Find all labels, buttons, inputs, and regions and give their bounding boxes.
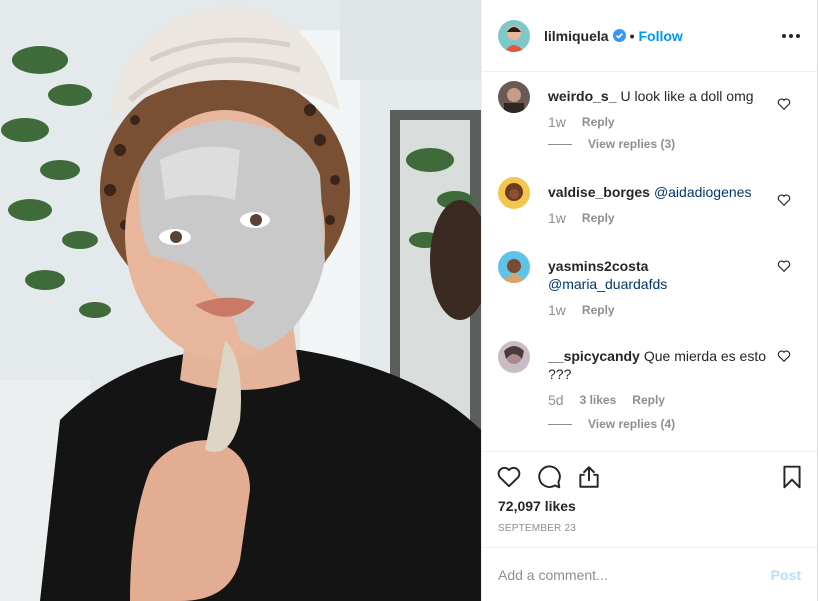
share-icon[interactable] <box>576 464 602 490</box>
comment-username[interactable]: weirdo_s_ <box>548 88 616 104</box>
comment-icon[interactable] <box>536 464 562 490</box>
reply-button[interactable]: Reply <box>632 393 665 407</box>
follow-button[interactable]: Follow <box>638 28 682 44</box>
comment-likes[interactable]: 3 likes <box>580 393 617 407</box>
comment-time[interactable]: 1w <box>548 114 566 130</box>
comment-time[interactable]: 5d <box>548 392 564 408</box>
comment-heart-icon[interactable] <box>777 193 791 207</box>
commenter-avatar[interactable] <box>498 341 530 373</box>
comment-username[interactable]: __spicycandy <box>548 348 640 364</box>
replies-line <box>548 423 572 425</box>
comment-body: yasmins2costa @maria_duardafds <box>548 257 770 293</box>
replies-line <box>548 143 572 145</box>
comment-mention[interactable]: @aidadiogenes <box>654 184 752 200</box>
header-separator: • <box>629 27 635 44</box>
post-button[interactable]: Post <box>771 567 801 583</box>
bookmark-icon[interactable] <box>779 464 805 490</box>
author-avatar[interactable] <box>498 19 530 52</box>
commenter-avatar[interactable] <box>498 177 530 209</box>
comment-body: __spicycandy Que mierda es esto ??? <box>548 347 770 383</box>
more-options-icon[interactable] <box>779 26 803 46</box>
author-username[interactable]: lilmiquela <box>544 28 609 44</box>
comment-heart-icon[interactable] <box>777 97 791 111</box>
comment-meta: 1w Reply <box>548 210 615 226</box>
comment-username[interactable]: yasmins2costa <box>548 258 648 274</box>
comment-meta: 1w Reply <box>548 114 615 130</box>
comment-time[interactable]: 1w <box>548 210 566 226</box>
reply-button[interactable]: Reply <box>582 303 615 317</box>
comment-meta: 5d 3 likes Reply <box>548 392 665 408</box>
heart-icon[interactable] <box>496 464 522 490</box>
comments-list[interactable]: weirdo_s_ U look like a doll omg 1w Reply… <box>482 73 817 451</box>
comment-input[interactable] <box>498 566 771 583</box>
post-photo[interactable] <box>0 0 481 601</box>
comment-heart-icon[interactable] <box>777 259 791 273</box>
view-replies-label: View replies (4) <box>588 417 676 431</box>
comment-time[interactable]: 1w <box>548 302 566 318</box>
post-actions: 72,097 likes SEPTEMBER 23 <box>482 451 817 547</box>
comment-mention[interactable]: @maria_duardafds <box>548 276 667 292</box>
comment-body: valdise_borges @aidadiogenes <box>548 183 770 201</box>
comment-meta: 1w Reply <box>548 302 615 318</box>
likes-count[interactable]: 72,097 likes <box>498 498 576 514</box>
reply-button[interactable]: Reply <box>582 115 615 129</box>
view-replies-label: View replies (3) <box>588 137 676 151</box>
comment-text: U look like a doll omg <box>620 88 754 104</box>
commenter-avatar[interactable] <box>498 81 530 113</box>
post-image <box>0 0 481 601</box>
post-date[interactable]: SEPTEMBER 23 <box>498 523 576 534</box>
commenter-avatar[interactable] <box>498 251 530 283</box>
view-replies-button[interactable]: View replies (3) <box>548 137 675 151</box>
comment-heart-icon[interactable] <box>777 349 791 363</box>
post-header: lilmiquela • Follow <box>482 0 817 72</box>
post-sidebar: lilmiquela • Follow weirdo_s_ U look like… <box>481 0 818 601</box>
reply-button[interactable]: Reply <box>582 211 615 225</box>
view-replies-button[interactable]: View replies (4) <box>548 417 675 431</box>
comment-body: weirdo_s_ U look like a doll omg <box>548 87 770 105</box>
add-comment-bar: Post <box>482 547 817 601</box>
verified-badge-icon <box>612 29 626 42</box>
comment-username[interactable]: valdise_borges <box>548 184 650 200</box>
